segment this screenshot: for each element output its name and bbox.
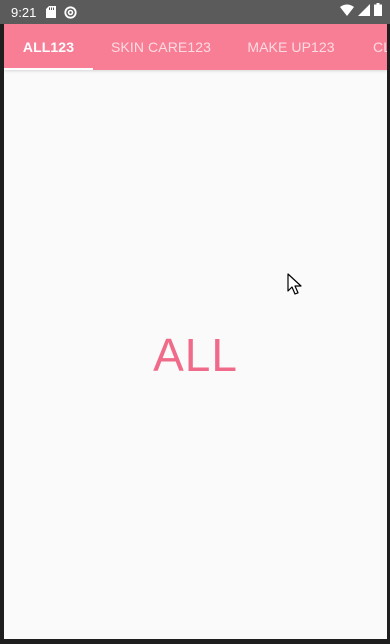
status-bar: 9:21 xyxy=(0,0,390,24)
status-right-group xyxy=(340,3,382,21)
tab-all[interactable]: ALL123 xyxy=(4,24,93,70)
tab-skin-care-label: SKIN CARE123 xyxy=(110,39,212,55)
signal-icon xyxy=(358,3,370,21)
sync-icon xyxy=(64,5,77,19)
battery-icon xyxy=(374,3,382,21)
sd-card-icon xyxy=(46,6,57,18)
tab-all-label: ALL123 xyxy=(22,39,75,55)
tab-cl-label: CL xyxy=(373,39,387,55)
tab-make-up-label: MAKE UP123 xyxy=(247,39,335,55)
tab-cl[interactable]: CL xyxy=(353,24,387,70)
page-label: ALL xyxy=(153,328,238,381)
mouse-pointer-icon xyxy=(287,273,303,297)
tab-content: ALL xyxy=(4,70,387,639)
wifi-icon xyxy=(340,3,354,21)
device-frame: 9:21 ALL123 SKIN CARE123 MAKE UP123 C AL… xyxy=(0,0,390,644)
tab-skin-care[interactable]: SKIN CARE123 xyxy=(93,24,229,70)
app-screen: ALL123 SKIN CARE123 MAKE UP123 CL ALL xyxy=(4,24,387,639)
tab-make-up[interactable]: MAKE UP123 xyxy=(229,24,353,70)
device-bottom-edge xyxy=(0,639,390,644)
status-time: 9:21 xyxy=(11,4,37,20)
tab-bar: ALL123 SKIN CARE123 MAKE UP123 CL xyxy=(4,24,387,70)
